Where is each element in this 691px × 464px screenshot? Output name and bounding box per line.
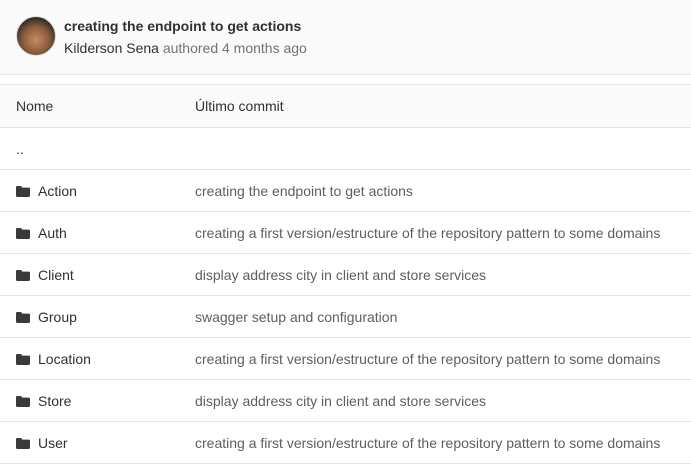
avatar[interactable] — [16, 16, 56, 56]
folder-link[interactable]: Auth — [16, 225, 67, 241]
table-header: Nome Último commit — [0, 85, 691, 128]
table-row[interactable]: Auth creating a first version/estructure… — [0, 212, 691, 254]
file-tree-table: Nome Último commit .. Action creating th… — [0, 84, 691, 464]
folder-link[interactable]: Client — [16, 267, 74, 283]
folder-link[interactable]: Store — [16, 393, 71, 409]
folder-name: Store — [38, 393, 72, 409]
folder-link[interactable]: Location — [16, 351, 91, 367]
last-commit-message[interactable]: creating a first version/estructure of t… — [195, 351, 660, 367]
last-commit-message[interactable]: creating a first version/estructure of t… — [195, 435, 660, 451]
spacer — [0, 76, 691, 84]
last-commit-message[interactable]: display address city in client and store… — [195, 393, 486, 409]
folder-name: Group — [38, 309, 77, 325]
folder-name: Action — [38, 183, 77, 199]
folder-link[interactable]: Action — [16, 183, 77, 199]
folder-name: User — [38, 435, 68, 451]
folder-icon — [16, 185, 30, 197]
table-row[interactable]: Client display address city in client an… — [0, 254, 691, 296]
column-header-last-commit: Último commit — [195, 98, 284, 114]
table-row[interactable]: User creating a first version/estructure… — [0, 422, 691, 464]
commit-meta: Kilderson Sena authored 4 months ago — [64, 40, 307, 56]
folder-link[interactable]: Group — [16, 309, 77, 325]
commit-authored-time: authored 4 months ago — [162, 40, 307, 56]
last-commit-message[interactable]: swagger setup and configuration — [195, 309, 397, 325]
commit-header: creating the endpoint to get actions Kil… — [0, 0, 691, 75]
parent-directory-row[interactable]: .. — [0, 128, 691, 170]
folder-icon — [16, 353, 30, 365]
column-header-name: Nome — [16, 98, 54, 114]
parent-directory-label: .. — [16, 141, 24, 157]
folder-icon — [16, 437, 30, 449]
folder-name: Client — [38, 267, 74, 283]
last-commit-message[interactable]: creating the endpoint to get actions — [195, 183, 413, 199]
folder-name: Location — [38, 351, 91, 367]
commit-author[interactable]: Kilderson Sena — [64, 40, 159, 56]
folder-icon — [16, 311, 30, 323]
folder-icon — [16, 395, 30, 407]
table-row[interactable]: Location creating a first version/estruc… — [0, 338, 691, 380]
commit-title[interactable]: creating the endpoint to get actions — [64, 18, 301, 34]
folder-icon — [16, 269, 30, 281]
folder-name: Auth — [38, 225, 67, 241]
folder-icon — [16, 227, 30, 239]
table-row[interactable]: Store display address city in client and… — [0, 380, 691, 422]
folder-link[interactable]: User — [16, 435, 68, 451]
table-row[interactable]: Group swagger setup and configuration — [0, 296, 691, 338]
table-row[interactable]: Action creating the endpoint to get acti… — [0, 170, 691, 212]
last-commit-message[interactable]: display address city in client and store… — [195, 267, 486, 283]
parent-directory-link[interactable]: .. — [16, 141, 24, 157]
last-commit-message[interactable]: creating a first version/estructure of t… — [195, 225, 660, 241]
